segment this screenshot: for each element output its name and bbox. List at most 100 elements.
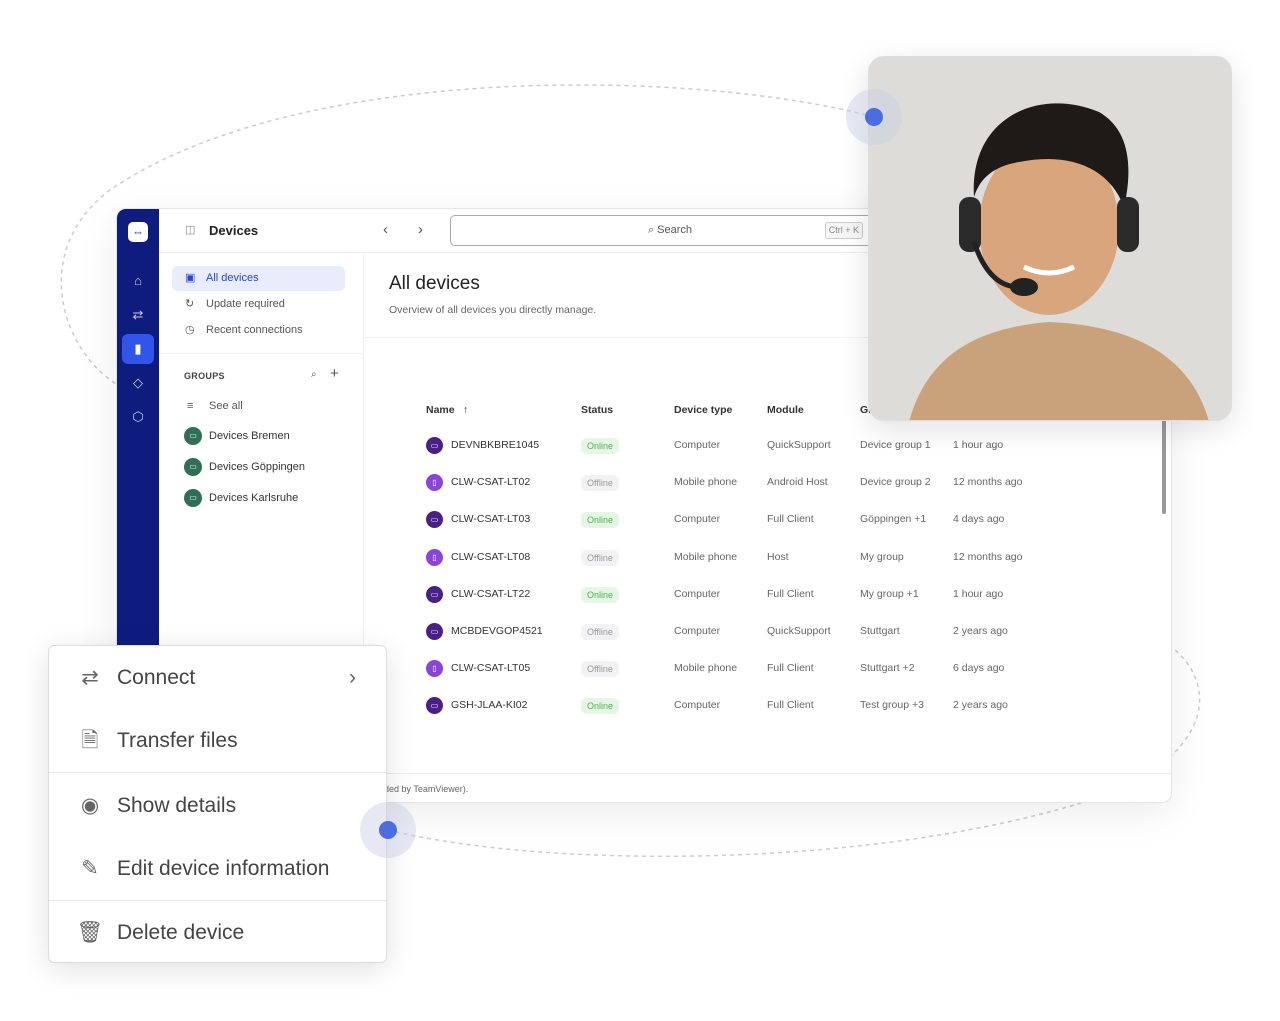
chevron-right-icon: › bbox=[349, 666, 356, 689]
status-badge: Online bbox=[581, 698, 620, 715]
shortcut-hint: Ctrl + K bbox=[824, 222, 863, 239]
cell-group: My group bbox=[860, 550, 904, 563]
panel-toggle-icon[interactable]: ◫ bbox=[185, 223, 195, 236]
computer-icon: ▭ bbox=[426, 511, 443, 529]
cell-type: Computer bbox=[674, 699, 721, 712]
nav-recent-connections[interactable]: ◷ Recent connections bbox=[172, 318, 345, 343]
group-item[interactable]: ▭ Devices Karlsruhe bbox=[184, 488, 298, 508]
page-title: Devices bbox=[209, 223, 259, 238]
nav-update-required[interactable]: ↻ Update required bbox=[172, 292, 345, 317]
pencil-icon: ✎ bbox=[81, 857, 99, 880]
connect-icon[interactable]: ⇄ bbox=[126, 303, 150, 327]
status-badge: Online bbox=[581, 438, 620, 454]
column-header[interactable]: Device type bbox=[674, 404, 732, 416]
cell-type: Mobile phone bbox=[674, 662, 738, 675]
column-header[interactable]: Name bbox=[426, 404, 455, 416]
home-icon[interactable]: ⌂ bbox=[126, 269, 150, 293]
device-name[interactable]: DEVNBKBRE1045 bbox=[451, 439, 539, 451]
device-name[interactable]: CLW-CSAT-LT02 bbox=[451, 476, 530, 488]
computer-icon: ▭ bbox=[426, 697, 443, 715]
device-name[interactable]: CLW-CSAT-LT08 bbox=[451, 551, 530, 563]
status-badge: Online bbox=[581, 586, 620, 603]
computer-icon: ▭ bbox=[426, 437, 443, 454]
eye-icon: ◉ bbox=[80, 794, 100, 817]
computer-icon: ▭ bbox=[426, 585, 443, 603]
cell-last: 2 years ago bbox=[953, 699, 1008, 712]
cell-last: 12 months ago bbox=[953, 550, 1023, 563]
group-item[interactable]: ▭ Devices Göppingen bbox=[184, 457, 305, 477]
mobile-phone-icon: ▯ bbox=[426, 474, 443, 492]
menu-item-transfer-files[interactable]: 🗎 Transfer files bbox=[49, 709, 386, 772]
cell-group: Göppingen +1 bbox=[860, 513, 927, 526]
menu-item-connect[interactable]: ⇄ Connect › bbox=[49, 646, 386, 709]
footer-note: ded by TeamViewer). bbox=[364, 773, 1171, 794]
cell-type: Mobile phone bbox=[674, 476, 738, 489]
forward-button[interactable]: › bbox=[418, 221, 423, 238]
sort-ascending-icon[interactable]: ↑ bbox=[463, 404, 468, 416]
cell-module: Full Client bbox=[767, 699, 814, 712]
add-group-icon[interactable]: + bbox=[330, 365, 339, 382]
column-header[interactable]: Module bbox=[767, 404, 804, 416]
support-agent-photo bbox=[868, 56, 1232, 421]
devices-icon[interactable]: ▮ bbox=[122, 334, 154, 364]
device-name[interactable]: GSH-JLAA-KI02 bbox=[451, 699, 527, 711]
see-all-groups[interactable]: ≡ See all bbox=[184, 396, 243, 416]
cell-group: Test group +3 bbox=[860, 699, 924, 712]
cell-type: Computer bbox=[674, 513, 721, 526]
cell-type: Computer bbox=[674, 587, 721, 600]
cell-last: 2 years ago bbox=[953, 625, 1008, 637]
computer-icon: ▭ bbox=[426, 623, 443, 640]
back-button[interactable]: ‹ bbox=[383, 221, 388, 238]
content-title: All devices bbox=[389, 273, 480, 294]
device-name[interactable]: CLW-CSAT-LT05 bbox=[451, 662, 530, 674]
settings-icon[interactable]: ⬡ bbox=[126, 405, 150, 429]
cell-group: Device group 1 bbox=[860, 439, 931, 451]
trash-icon: 🗑 bbox=[76, 921, 104, 944]
menu-item-delete-device[interactable]: 🗑 Delete device bbox=[49, 901, 386, 964]
cell-module: Android Host bbox=[767, 476, 828, 489]
groups-header: GROUPS bbox=[184, 371, 225, 381]
scrollbar[interactable] bbox=[1162, 419, 1166, 514]
cell-last: 12 months ago bbox=[953, 476, 1023, 489]
column-header[interactable]: Status bbox=[581, 404, 613, 416]
nav-all-devices[interactable]: ▣ All devices bbox=[172, 266, 345, 291]
connection-dot bbox=[846, 89, 902, 145]
content-subtitle: Overview of all devices you directly man… bbox=[389, 304, 597, 316]
cell-module: QuickSupport bbox=[767, 439, 831, 451]
devices-icon: ▣ bbox=[185, 272, 196, 284]
cell-module: Full Client bbox=[767, 513, 814, 526]
device-name[interactable]: MCBDEVGOP4521 bbox=[451, 625, 543, 637]
context-menu: ⇄ Connect › 🗎 Transfer files ◉ Show details … bbox=[48, 645, 387, 963]
status-badge: Offline bbox=[581, 624, 619, 640]
list-icon: ≡ bbox=[187, 400, 194, 412]
menu-item-show-details[interactable]: ◉ Show details bbox=[49, 774, 386, 837]
group-icon: ▭ bbox=[184, 458, 202, 476]
cell-group: Stuttgart bbox=[860, 625, 900, 637]
menu-item-edit-device[interactable]: ✎ Edit device information bbox=[49, 837, 386, 900]
cell-module: Full Client bbox=[767, 662, 814, 675]
status-badge: Offline bbox=[581, 661, 619, 678]
cell-group: Device group 2 bbox=[860, 476, 931, 489]
device-name[interactable]: CLW-CSAT-LT22 bbox=[451, 588, 530, 600]
group-item[interactable]: ▭ Devices Bremen bbox=[184, 426, 290, 446]
file-transfer-icon: 🗎 bbox=[81, 729, 99, 752]
search-input[interactable]: ⌕ Search Ctrl + K bbox=[450, 215, 890, 246]
cell-type: Mobile phone bbox=[674, 550, 738, 563]
cell-module: QuickSupport bbox=[767, 625, 831, 637]
group-icon: ▭ bbox=[184, 427, 202, 445]
update-icon: ↻ bbox=[185, 298, 195, 310]
cell-type: Computer bbox=[674, 439, 721, 451]
teamviewer-logo-icon: ⇔ bbox=[128, 222, 148, 242]
cell-group: Stuttgart +2 bbox=[860, 662, 915, 675]
status-badge: Offline bbox=[581, 549, 619, 566]
tag-icon[interactable]: ◇ bbox=[126, 371, 150, 395]
cell-last: 1 hour ago bbox=[953, 587, 1004, 600]
device-name[interactable]: CLW-CSAT-LT03 bbox=[451, 513, 530, 525]
cell-group: My group +1 bbox=[860, 587, 919, 600]
connection-dot bbox=[360, 802, 416, 858]
status-badge: Offline bbox=[581, 475, 619, 492]
cell-last: 6 days ago bbox=[953, 662, 1005, 675]
search-icon: ⌕ bbox=[647, 224, 658, 236]
status-badge: Online bbox=[581, 512, 620, 529]
search-groups-icon[interactable]: ⌕ bbox=[311, 369, 317, 380]
